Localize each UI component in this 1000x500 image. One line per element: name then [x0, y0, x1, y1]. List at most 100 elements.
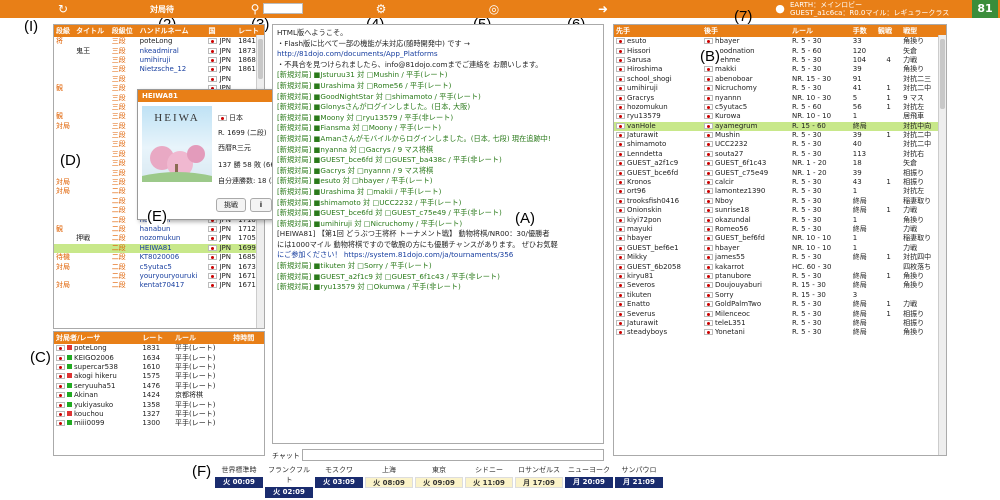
challenge-row[interactable]: seryuuha51 1476 平手(レート): [54, 382, 264, 391]
game-row[interactable]: trooksfish0416 Nboy R. 5 - 30 終局 稲妻取り: [614, 197, 946, 206]
player-cell: [74, 243, 110, 253]
game-col-header[interactable]: ルール: [790, 25, 851, 37]
game-cell-text: 1: [886, 131, 891, 140]
game-row[interactable]: Severus Milenceoc R. 5 - 30 終局 1 相振り: [614, 309, 946, 318]
challenge-row[interactable]: yukiyasuko 1358 平手(レート): [54, 400, 264, 409]
challenge-row[interactable]: Akinan 1424 京都将棋: [54, 391, 264, 400]
game-cell: 18: [851, 159, 876, 168]
challenge-row[interactable]: akogi hikeru 1575 平手(レート): [54, 372, 264, 381]
player-row[interactable]: 三段 umihiruji JPN 1868: [54, 56, 264, 65]
player-col-header[interactable]: 段級位: [109, 25, 138, 37]
game-row[interactable]: hbayer GUEST_bef6fd NR. 10 - 10 1 稲妻取り: [614, 234, 946, 243]
game-col-header[interactable]: 先手: [614, 25, 702, 37]
player-row[interactable]: 三段 Nietzsche_12 JPN 1861: [54, 65, 264, 74]
player-row[interactable]: 鬼王 三段 nkeadmiral JPN 1873: [54, 46, 264, 55]
game-col-header[interactable]: 後手: [702, 25, 790, 37]
challenge-button[interactable]: 挑戦: [216, 198, 246, 212]
game-row[interactable]: Hiroshima makki R. 5 - 30 39 角換り: [614, 65, 946, 74]
game-row[interactable]: steadyboys Yonetani R. 5 - 30 終局 角換り: [614, 328, 946, 337]
challenge-row[interactable]: poteLong 1831 平手(レート): [54, 344, 264, 353]
game-row[interactable]: kiryu81 ptanubore R. 5 - 30 終局 1 角換り: [614, 272, 946, 281]
player-row[interactable]: 待機 二段 KT8020006 JPN 1685: [54, 253, 264, 262]
challenge-col-header[interactable]: ルール: [173, 332, 232, 344]
challenge-row[interactable]: supercar538 1610 平手(レート): [54, 363, 264, 372]
game-cell-text: R. 5 - 30: [792, 206, 822, 215]
game-col-header[interactable]: 観戦: [875, 25, 902, 37]
player-row[interactable]: 対局 二段 kentat70417 JPN 1671: [54, 281, 264, 290]
game-row[interactable]: Severos Doujouyaburi R. 15 - 30 終局 角換り: [614, 281, 946, 290]
player-col-header[interactable]: 国: [206, 25, 237, 37]
game-row[interactable]: Jaturawit Mushin R. 5 - 30 39 1 対抗二中: [614, 131, 946, 140]
game-row[interactable]: GUEST_a2f1c9 GUEST_6f1c43 NR. 1 - 20 18 矢倉: [614, 159, 946, 168]
chat-message: にご参加ください！ https://system.81dojo.com/ja/t…: [277, 250, 514, 260]
player-row[interactable]: 対局 二段 c5yutac5 JPN 1673: [54, 262, 264, 271]
game-row[interactable]: umihiruji Nicruchomy R. 5 - 30 41 1 対抗二中: [614, 84, 946, 93]
player-row[interactable]: 観二段 hanabun JPN 1712: [54, 225, 264, 234]
challenge-col-header[interactable]: レート: [140, 332, 174, 344]
game-row[interactable]: kiyi72pon okazundal R. 5 - 30 1 角換り: [614, 215, 946, 224]
chat-input[interactable]: [302, 449, 604, 461]
game-row[interactable]: tikuten Sorry R. 15 - 30 3: [614, 291, 946, 300]
game-row[interactable]: Hissori goodnation R. 5 - 60 120 矢倉: [614, 46, 946, 55]
game-row[interactable]: Enatto GoldPalmTwo R. 5 - 30 終局 1 力戦: [614, 300, 946, 309]
game-row[interactable]: Gracrys nyannn NR. 10 - 30 5 1 9 マス: [614, 93, 946, 102]
game-row[interactable]: hozomukun c5yutac5 R. 5 - 60 56 1 対抗左: [614, 103, 946, 112]
player-cell: [74, 93, 110, 102]
player-row[interactable]: 将三段 poteLong JPN 1841: [54, 37, 264, 46]
player-col-header[interactable]: 段級: [54, 25, 75, 37]
game-row[interactable]: mayuki Romeo56 R. 5 - 30 終局 力戦: [614, 225, 946, 234]
game-col-header[interactable]: 手数: [850, 25, 876, 37]
waiting-menu-label[interactable]: 対局待: [150, 4, 174, 15]
player-col-header[interactable]: ハンドルネーム: [137, 25, 207, 37]
player-col-header[interactable]: タイトル: [74, 25, 110, 37]
game-cell: 1: [851, 187, 876, 196]
search-input[interactable]: [263, 3, 303, 14]
game-list-scrollbar[interactable]: [938, 35, 946, 455]
game-row[interactable]: ryu13579 Kurowa NR. 10 - 10 1 居飛車: [614, 112, 946, 121]
player-cell: [54, 197, 74, 206]
scrollbar-thumb[interactable]: [258, 39, 263, 79]
game-row[interactable]: Mikky james55 R. 5 - 30 終局 1 対抗四中: [614, 253, 946, 262]
gear-icon[interactable]: ⚙: [374, 2, 388, 16]
info-button[interactable]: i: [250, 198, 272, 212]
country-flag-icon: [704, 301, 713, 308]
chat-log-panel[interactable]: HTML版へようこそ。 ・Flash版に比べて一部の機能が未対応(随時開発中) で…: [272, 24, 604, 444]
refresh-icon[interactable]: ↻: [56, 2, 70, 16]
game-row[interactable]: Lenndetta souta27 R. 5 - 30 113 対抗右: [614, 150, 946, 159]
game-cell-text: school_shogi: [627, 74, 672, 83]
game-cell-text: goodnation: [715, 46, 755, 55]
game-cell-text: trooksfish0416: [627, 196, 680, 205]
scrollbar-thumb[interactable]: [940, 39, 945, 109]
game-row[interactable]: esuto hbayer R. 5 - 30 33 角換り: [614, 37, 946, 46]
game-row[interactable]: GUEST_bef6e1 hbayer NR. 10 - 10 1 力戦: [614, 244, 946, 253]
challenge-col-header[interactable]: 対局者/レーサ: [54, 332, 141, 344]
globe-icon[interactable]: ◎: [487, 2, 501, 16]
game-cell-text: Hissori: [627, 46, 651, 55]
player-row[interactable]: 二段 HEIWA81 JPN 1699: [54, 243, 264, 253]
player-row[interactable]: 押戦 二段 nozomukun JPN 1705: [54, 234, 264, 243]
challenge-col-header[interactable]: 持時間: [231, 332, 264, 344]
player-cell: [74, 112, 110, 121]
callout-label-f: (F): [192, 463, 212, 480]
game-row[interactable]: Kronos calcir R. 5 - 30 43 1 相振り: [614, 178, 946, 187]
player-row[interactable]: 三段 JPN: [54, 75, 264, 84]
game-row[interactable]: shimamoto UCC2232 R. 5 - 30 40 対抗二中: [614, 140, 946, 149]
challenge-row[interactable]: kouchou 1327 平手(レート): [54, 410, 264, 419]
game-cell: steadyboys: [614, 328, 702, 337]
player-row[interactable]: 二段 youryouryouruki JPN 1671: [54, 272, 264, 281]
country-flag-icon: [616, 103, 625, 110]
game-cell-text: 1: [886, 309, 891, 318]
logout-icon[interactable]: ➜: [596, 2, 610, 16]
game-row[interactable]: vanHole ayamegrum R. 15 - 60 終局 対抗中向: [614, 121, 946, 131]
game-row[interactable]: school_shogi abenoboar NR. 15 - 30 91 対抗二三: [614, 75, 946, 84]
challenge-row[interactable]: miii0099 1300 平手(レート): [54, 419, 264, 428]
player-cell: [74, 75, 110, 84]
challenge-row[interactable]: KEIGO2006 1634 平手(レート): [54, 353, 264, 362]
game-row[interactable]: GUEST_6b2058 kakarrot HC. 60 - 30 四枚落ち: [614, 262, 946, 271]
game-row[interactable]: Jaturawit teleL351 R. 5 - 30 終局 相振り: [614, 319, 946, 328]
game-row[interactable]: GUEST_bce6fd GUEST_c75e49 NR. 1 - 20 39 相振り: [614, 168, 946, 177]
game-row[interactable]: Onionskin sunrise18 R. 5 - 30 終局 1 力戦: [614, 206, 946, 215]
game-row[interactable]: Sarusa Hehme R. 5 - 30 104 4 力戦: [614, 56, 946, 65]
search-icon[interactable]: ⚲: [248, 2, 262, 16]
game-row[interactable]: ort96 lamontez1390 R. 5 - 30 1 対抗左: [614, 187, 946, 196]
